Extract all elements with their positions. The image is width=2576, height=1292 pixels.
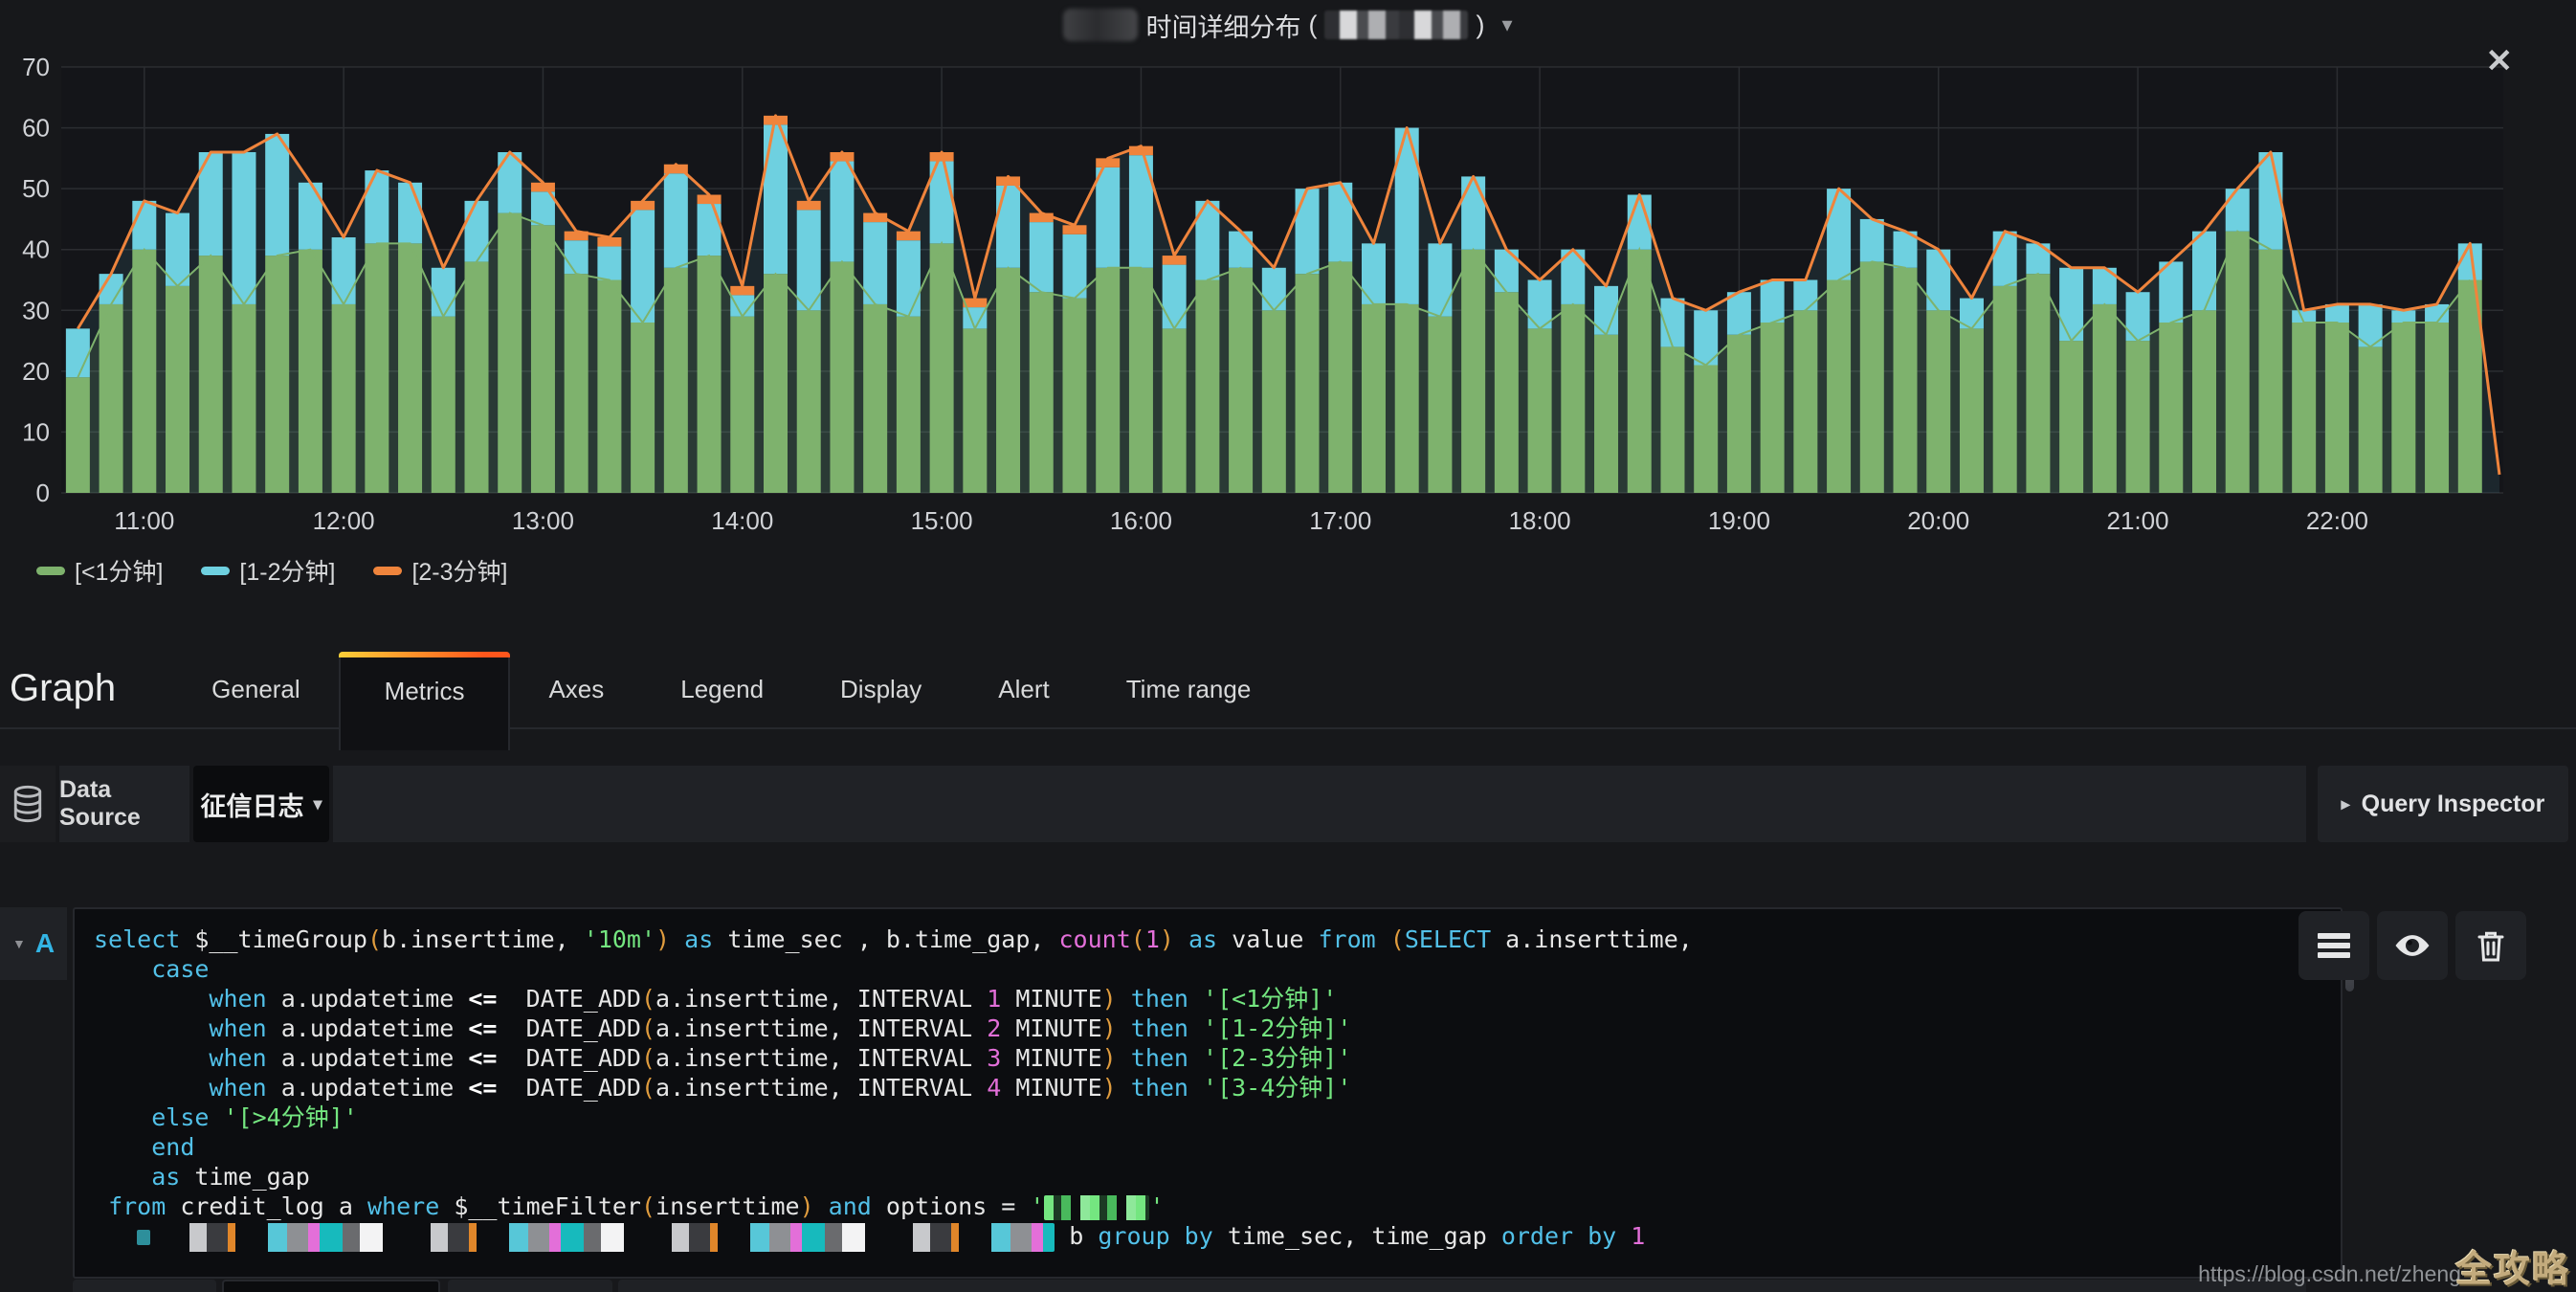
tab-alert[interactable]: Alert bbox=[960, 675, 1087, 704]
legend-color-dash bbox=[373, 567, 402, 575]
bottom-row-segment bbox=[618, 1280, 2306, 1292]
watermark: https://blog.csdn.net/zheng 全攻略 bbox=[2198, 1239, 2570, 1292]
svg-text:16:00: 16:00 bbox=[1110, 506, 1172, 535]
tab-axes[interactable]: Axes bbox=[510, 675, 642, 704]
query-menu-button[interactable] bbox=[2298, 911, 2369, 980]
legend-label: [2-3分钟] bbox=[411, 553, 507, 588]
query-delete-button[interactable] bbox=[2455, 911, 2526, 980]
chart-svg: 0 10 20 30 40 50 60 70 11:00 12:00 13:00 14:00 15:00… bbox=[0, 38, 2576, 574]
svg-text:21:00: 21:00 bbox=[2107, 506, 2169, 535]
redacted-title-prefix bbox=[1063, 9, 1138, 41]
caret-down-icon: ▾ bbox=[313, 794, 322, 814]
svg-text:30: 30 bbox=[22, 296, 50, 324]
svg-text:15:00: 15:00 bbox=[911, 506, 973, 535]
eye-icon bbox=[2393, 926, 2432, 965]
legend-label: [<1分钟] bbox=[75, 553, 163, 588]
bottom-row-segment[interactable] bbox=[73, 1280, 216, 1292]
datasource-row: Data Source 征信日志 ▾ ▸ Query Inspector bbox=[0, 766, 2576, 842]
svg-text:22:00: 22:00 bbox=[2306, 506, 2368, 535]
datasource-value: 征信日志 bbox=[200, 786, 303, 823]
trash-icon bbox=[2474, 926, 2508, 965]
legend-color-dash bbox=[201, 567, 230, 575]
svg-text:11:00: 11:00 bbox=[114, 506, 174, 535]
svg-text:40: 40 bbox=[22, 235, 50, 264]
query-inspector-button[interactable]: ▸ Query Inspector bbox=[2318, 766, 2568, 842]
svg-text:60: 60 bbox=[22, 114, 50, 143]
legend-label: [1-2分钟] bbox=[239, 553, 335, 588]
panel-type-title: Graph bbox=[10, 667, 116, 710]
query-ref-letter: A bbox=[35, 928, 55, 959]
svg-text:20:00: 20:00 bbox=[1907, 506, 1969, 535]
collapse-caret-icon[interactable]: ▼ bbox=[12, 936, 26, 951]
svg-text:17:00: 17:00 bbox=[1309, 506, 1371, 535]
svg-text:0: 0 bbox=[36, 479, 50, 507]
time-distribution-chart: 0 10 20 30 40 50 60 70 11:00 12:00 13:00 14:00 15:00… bbox=[0, 38, 2576, 574]
svg-text:12:00: 12:00 bbox=[313, 506, 375, 535]
svg-text:19:00: 19:00 bbox=[1708, 506, 1770, 535]
query-toggle-visibility-button[interactable] bbox=[2377, 911, 2448, 980]
svg-text:18:00: 18:00 bbox=[1509, 506, 1571, 535]
svg-text:10: 10 bbox=[22, 417, 50, 446]
legend-color-dash bbox=[36, 567, 65, 575]
panel-title-paren-close: ) bbox=[1476, 11, 1484, 40]
menu-icon bbox=[2318, 933, 2350, 958]
close-editor-icon[interactable]: ✕ bbox=[2486, 42, 2514, 80]
datasource-label: Data Source bbox=[59, 766, 189, 842]
datasource-select[interactable]: 征信日志 ▾ bbox=[193, 766, 329, 842]
datasource-spacer bbox=[333, 766, 2306, 842]
panel-title-paren-open: ( bbox=[1308, 11, 1317, 40]
svg-text:13:00: 13:00 bbox=[512, 506, 574, 535]
tab-legend[interactable]: Legend bbox=[642, 675, 802, 704]
query-inspector-label: Query Inspector bbox=[2362, 791, 2545, 818]
sql-query-editor[interactable]: select $__timeGroup(b.inserttime, '10m')… bbox=[73, 907, 2343, 1279]
svg-text:70: 70 bbox=[22, 53, 50, 81]
legend-item[interactable]: [2-3分钟] bbox=[373, 553, 507, 588]
panel-editor-tabbar: Graph GeneralMetricsAxesLegendDisplayAle… bbox=[0, 622, 2576, 729]
tab-metrics[interactable]: Metrics bbox=[339, 652, 511, 750]
caret-right-icon: ▸ bbox=[2342, 794, 2350, 814]
panel-menu-caret-icon[interactable]: ▾ bbox=[1501, 12, 1512, 37]
tab-general[interactable]: General bbox=[173, 675, 339, 704]
redacted-title-value bbox=[1324, 11, 1468, 39]
sql-query-text[interactable]: select $__timeGroup(b.inserttime, '10m')… bbox=[75, 909, 2341, 1259]
bottom-row-segment[interactable] bbox=[448, 1280, 612, 1292]
query-collapse-handle[interactable]: ▼ A bbox=[0, 907, 67, 980]
legend-item[interactable]: [1-2分钟] bbox=[201, 553, 335, 588]
redacted-string-mosaic bbox=[1044, 1195, 1149, 1220]
svg-text:20: 20 bbox=[22, 357, 50, 386]
redacted-code-fragment bbox=[137, 1230, 150, 1245]
svg-text:50: 50 bbox=[22, 174, 50, 203]
redacted-code-mosaic bbox=[165, 1223, 1055, 1252]
bottom-row-segment-active[interactable] bbox=[222, 1280, 440, 1292]
chart-legend: [<1分钟] [1-2分钟] [2-3分钟] bbox=[36, 553, 507, 588]
legend-item[interactable]: [<1分钟] bbox=[36, 553, 163, 588]
database-icon bbox=[0, 766, 56, 842]
svg-text:14:00: 14:00 bbox=[711, 506, 773, 535]
tab-display[interactable]: Display bbox=[802, 675, 960, 704]
watermark-overlay-text: 全攻略 bbox=[2455, 1239, 2570, 1292]
watermark-url: https://blog.csdn.net/zheng bbox=[2198, 1261, 2461, 1287]
tab-time-range[interactable]: Time range bbox=[1088, 675, 1290, 704]
